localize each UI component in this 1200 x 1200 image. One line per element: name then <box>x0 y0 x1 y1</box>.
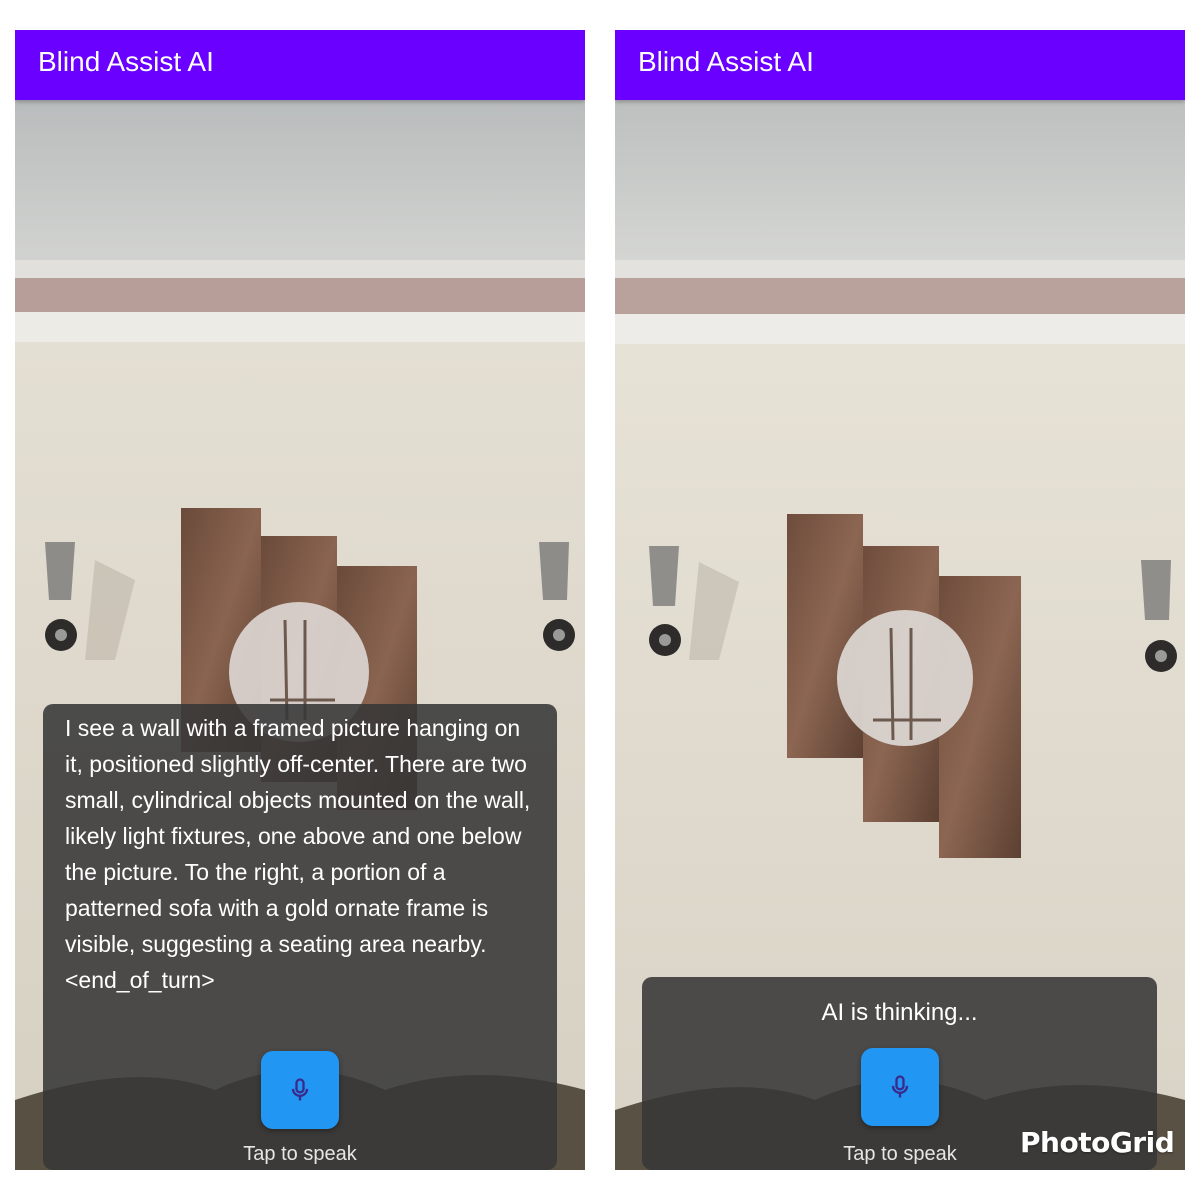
tap-to-speak-hint: Tap to speak <box>843 1143 957 1165</box>
app-bar: Blind Assist AI <box>615 30 1185 100</box>
screen-thinking: Blind Assist AI AI is thinking... Tap to… <box>615 30 1185 1170</box>
microphone-icon <box>291 1078 309 1101</box>
app-title: Blind Assist AI <box>38 46 214 77</box>
screen-response: Blind Assist AI I see a wall with a fram… <box>15 30 585 1170</box>
tap-to-speak-button[interactable] <box>261 1051 339 1129</box>
ai-thinking-status: AI is thinking... <box>821 999 978 1026</box>
photogrid-watermark: PhotoGrid <box>1020 1126 1175 1159</box>
tap-to-speak-button[interactable] <box>861 1048 939 1126</box>
app-title: Blind Assist AI <box>638 46 814 77</box>
app-bar: Blind Assist AI <box>15 30 585 100</box>
microphone-icon <box>891 1075 909 1098</box>
ai-response-text: I see a wall with a framed picture hangi… <box>65 715 531 993</box>
tap-to-speak-hint: Tap to speak <box>243 1143 357 1165</box>
